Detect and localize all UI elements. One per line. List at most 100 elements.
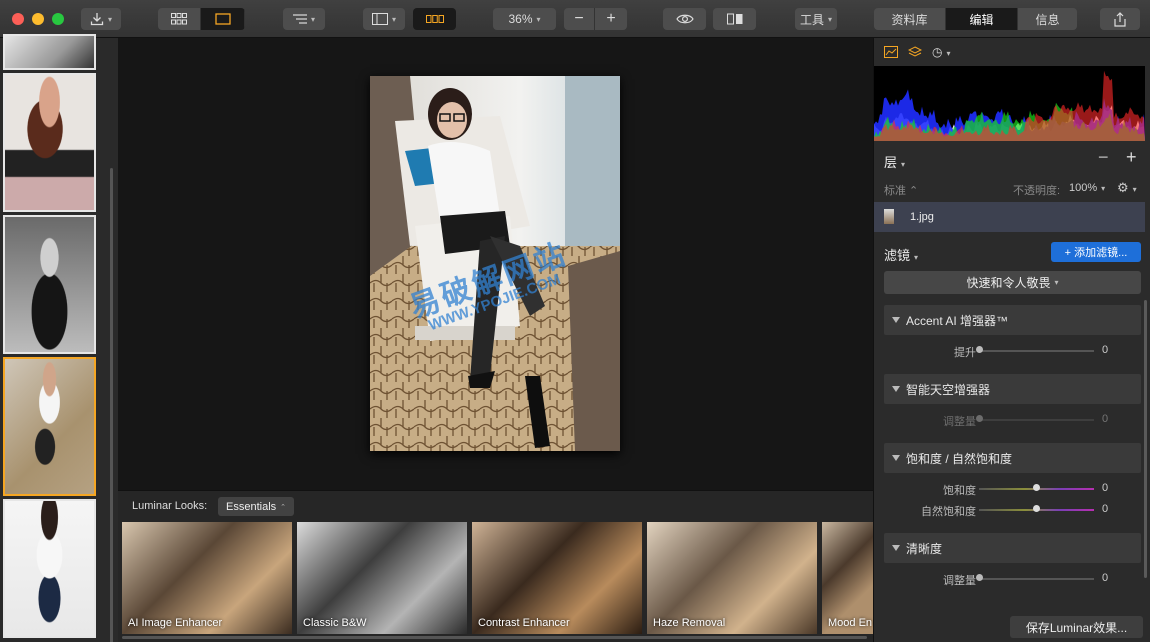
grid-view-button[interactable] xyxy=(158,8,201,30)
looks-panel: Luminar Looks: Essentials ⌃ AI Image Enha… xyxy=(118,490,873,642)
filter-header-accent-ai[interactable]: Accent AI 增强器™ xyxy=(884,305,1141,335)
look-name: Contrast Enhancer xyxy=(478,617,570,629)
slider-track[interactable] xyxy=(979,419,1094,421)
layer-settings-button[interactable]: ⚙ ▾ xyxy=(1117,180,1137,196)
zoom-out-button[interactable]: − xyxy=(564,8,595,30)
filmstrip xyxy=(0,34,118,642)
save-luminar-look-button[interactable]: 保存Luminar效果... xyxy=(1010,616,1143,638)
zoom-value: 36% xyxy=(508,12,533,26)
compare-button[interactable] xyxy=(713,8,756,30)
image-canvas[interactable]: 易破解网站 WWW.YPOJIE.COM xyxy=(118,38,873,490)
zoom-stepper: − + xyxy=(564,8,627,30)
close-window-button[interactable] xyxy=(12,13,24,25)
tools-label: 工具 xyxy=(799,12,824,27)
main-photo: 易破解网站 WWW.YPOJIE.COM xyxy=(370,76,620,451)
tab-edit[interactable]: 编辑 xyxy=(946,8,1018,30)
filmstrip-icon xyxy=(425,15,444,23)
looks-collection-select[interactable]: Essentials ⌃ xyxy=(218,497,295,516)
sidebar-icon xyxy=(371,13,388,25)
history-icon[interactable]: ◷ ▾ xyxy=(932,45,951,59)
view-mode-toggle xyxy=(158,8,245,30)
look-thumbnail[interactable]: Haze Removal xyxy=(647,522,817,634)
opacity-value: 100% xyxy=(1069,182,1098,194)
layers-icon[interactable] xyxy=(908,46,922,58)
tools-menu[interactable]: 工具 ▾ xyxy=(795,8,837,30)
remove-layer-button[interactable]: − xyxy=(1098,147,1109,168)
filmstrip-thumbnail-selected[interactable] xyxy=(3,357,96,496)
collapse-triangle-icon xyxy=(892,545,900,551)
export-button[interactable]: ▾ xyxy=(81,8,121,30)
slider-value: 0 xyxy=(1102,413,1109,425)
single-view-button[interactable] xyxy=(201,8,245,30)
zoom-window-button[interactable] xyxy=(52,13,64,25)
look-name: AI Image Enhancer xyxy=(128,617,223,629)
add-layer-button[interactable]: + xyxy=(1126,147,1137,168)
panel-scrollbar[interactable] xyxy=(1144,300,1147,578)
sort-button[interactable]: ▾ xyxy=(283,8,325,30)
slider-knob[interactable] xyxy=(976,415,983,422)
slider-knob[interactable] xyxy=(976,346,983,353)
filmstrip-scrollbar[interactable] xyxy=(110,168,113,642)
look-thumbnail[interactable]: AI Image Enhancer xyxy=(122,522,292,634)
looks-scrollbar[interactable] xyxy=(122,636,867,639)
preview-button[interactable] xyxy=(663,8,706,30)
look-thumbnail[interactable]: Mood En xyxy=(822,522,873,634)
filters-title: 滤镜 xyxy=(884,248,911,263)
slider-row: 自然饱和度 0 xyxy=(884,499,1141,521)
slider-track[interactable] xyxy=(979,578,1094,580)
histogram-icon[interactable] xyxy=(884,46,898,58)
look-thumbnail[interactable]: Contrast Enhancer xyxy=(472,522,642,634)
looks-label: Luminar Looks: xyxy=(132,500,208,512)
layers-header[interactable]: 层 ▾ xyxy=(884,152,905,171)
download-icon xyxy=(90,13,104,26)
sidebar-toggle-button[interactable]: ▾ xyxy=(363,8,405,30)
opacity-select[interactable]: 100% ▾ xyxy=(1069,182,1105,194)
look-name: Haze Removal xyxy=(653,617,726,629)
slider-value: 0 xyxy=(1102,344,1109,356)
slider-label: 提升 xyxy=(954,347,976,359)
layer-row[interactable]: 1.jpg xyxy=(874,202,1145,232)
filmstrip-thumbnail[interactable] xyxy=(3,215,96,354)
zoom-in-button[interactable]: + xyxy=(595,8,627,30)
slider-row: 饱和度 0 xyxy=(884,478,1141,500)
grid-icon xyxy=(171,13,187,25)
look-name: Classic B&W xyxy=(303,617,367,629)
slider-label: 饱和度 xyxy=(943,485,976,497)
add-filter-button[interactable]: + 添加滤镜... xyxy=(1051,242,1141,262)
slider-value: 0 xyxy=(1102,482,1109,494)
slider-label: 调整量 xyxy=(943,575,976,587)
filters-header[interactable]: 滤镜 ▾ xyxy=(884,245,918,264)
tab-info[interactable]: 信息 xyxy=(1018,8,1077,30)
share-button[interactable] xyxy=(1100,8,1140,30)
gear-icon: ⚙ xyxy=(1117,180,1129,195)
preset-select[interactable]: 快速和令人敬畏 ▾ xyxy=(884,271,1141,294)
slider-label: 自然饱和度 xyxy=(921,506,976,518)
slider-knob[interactable] xyxy=(976,574,983,581)
filmstrip-toggle-button[interactable] xyxy=(413,8,456,30)
slider-knob[interactable] xyxy=(1033,505,1040,512)
collapse-triangle-icon xyxy=(892,386,900,392)
histogram xyxy=(874,66,1145,141)
layers-title: 层 xyxy=(884,155,898,170)
opacity-label: 不透明度: xyxy=(1013,185,1061,197)
filter-header-sky-enhancer[interactable]: 智能天空增强器 xyxy=(884,374,1141,404)
eye-icon xyxy=(675,14,694,24)
filter-header-saturation[interactable]: 饱和度 / 自然饱和度 xyxy=(884,443,1141,473)
tab-library[interactable]: 资料库 xyxy=(874,8,946,30)
collapse-triangle-icon xyxy=(892,317,900,323)
look-thumbnail[interactable]: Classic B&W xyxy=(297,522,467,634)
filmstrip-thumbnail[interactable] xyxy=(3,499,96,638)
slider-track[interactable] xyxy=(979,350,1094,352)
filmstrip-thumbnail[interactable] xyxy=(3,34,96,70)
minus-icon: − xyxy=(574,10,584,27)
slider-label: 调整量 xyxy=(943,416,976,428)
zoom-select[interactable]: 36% ▾ xyxy=(493,8,556,30)
blend-mode-select[interactable]: 标准 ⌃ xyxy=(884,182,918,198)
minimize-window-button[interactable] xyxy=(32,13,44,25)
filmstrip-thumbnail[interactable] xyxy=(3,73,96,212)
preset-value: 快速和令人敬畏 xyxy=(966,276,1051,290)
filter-header-clarity[interactable]: 清晰度 xyxy=(884,533,1141,563)
luminar-app: ▾ ▾ ▾ 36% ▾ − + 工具 ▾ 资料库 编辑 信息 易破解网站 WWW… xyxy=(0,0,1150,642)
slider-knob[interactable] xyxy=(1033,484,1040,491)
filter-title: 饱和度 / 自然饱和度 xyxy=(906,451,1013,466)
